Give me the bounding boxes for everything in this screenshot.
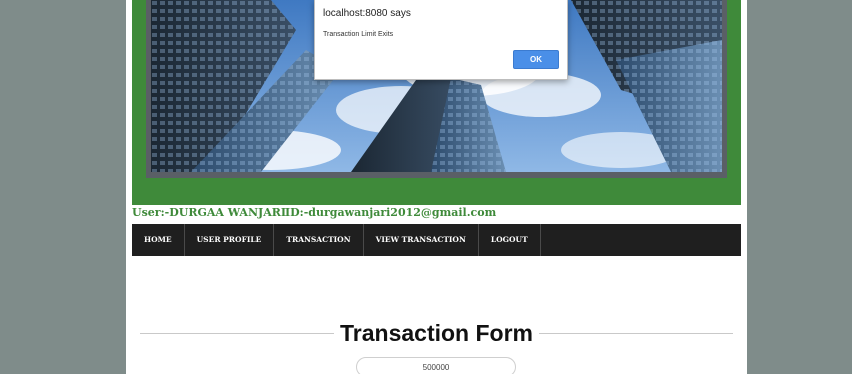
nav-item-logout[interactable]: LOGOUT	[479, 224, 541, 256]
user-id-label: ID:-durgawanjari2012@gmail.com	[285, 206, 497, 219]
form-title-wrap: Transaction Form	[140, 318, 733, 348]
alert-dialog: localhost:8080 says Transaction Limit Ex…	[314, 0, 568, 80]
nav-item-view-transaction[interactable]: VIEW TRANSACTION	[364, 224, 479, 256]
ok-button[interactable]: OK	[513, 50, 559, 69]
form-title: Transaction Form	[334, 320, 539, 346]
amount-input[interactable]	[356, 357, 516, 374]
main-nav: HOME USER PROFILE TRANSACTION VIEW TRANS…	[132, 224, 741, 256]
dialog-message: Transaction Limit Exits	[323, 31, 394, 38]
dialog-title: localhost:8080 says	[323, 8, 411, 19]
user-name-label: User:-DURGAA WANJARI	[132, 206, 287, 219]
nav-item-user-profile[interactable]: USER PROFILE	[185, 224, 275, 256]
user-info-line: User:-DURGAA WANJARI ID:-durgawanjari201…	[132, 206, 741, 222]
nav-item-home[interactable]: HOME	[132, 224, 185, 256]
form-title-row: Transaction Form	[140, 318, 733, 348]
nav-item-transaction[interactable]: TRANSACTION	[274, 224, 364, 256]
